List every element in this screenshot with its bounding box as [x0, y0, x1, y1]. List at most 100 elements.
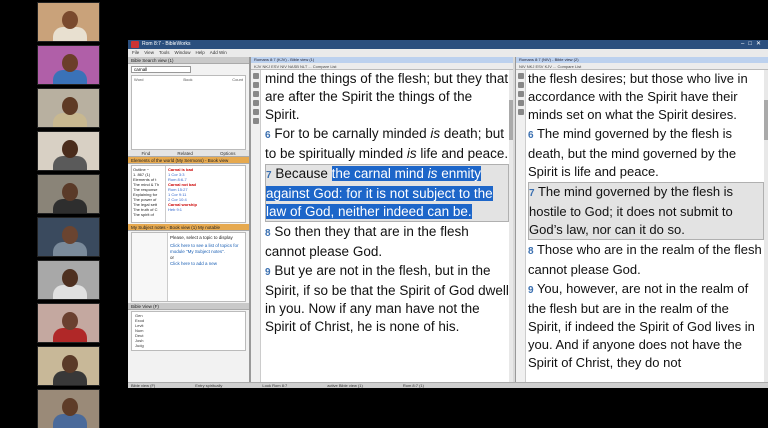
- verse-text-span: Those who are in the realm of the flesh …: [528, 242, 762, 277]
- verse-text-span: mind the things of the flesh; but they t…: [265, 71, 509, 122]
- menu-item[interactable]: Tools: [159, 50, 170, 55]
- participant-body: [53, 156, 87, 170]
- highlight-icon[interactable]: [518, 109, 524, 115]
- menu-item[interactable]: Add Win: [210, 50, 227, 55]
- outline-item[interactable]: The spirit of: [133, 212, 164, 217]
- search-input[interactable]: carnall: [131, 66, 191, 73]
- zoom-in-icon[interactable]: [253, 73, 259, 79]
- title-bar: Rom 8:7 - BibleWorks –□✕: [128, 40, 768, 49]
- verse-9: 9 You, however, are not in the realm of …: [528, 280, 764, 372]
- print-icon[interactable]: [518, 100, 524, 106]
- verse-reference-link[interactable]: Heb 9:1: [168, 207, 243, 212]
- participant-head: [62, 398, 78, 416]
- participant-video-tile[interactable]: [37, 131, 100, 171]
- status-segment: active Bible view (1): [327, 383, 363, 388]
- tab-related[interactable]: Related: [177, 150, 193, 156]
- scroll-thumb[interactable]: [764, 100, 768, 140]
- search-results: Word Book Count: [131, 75, 246, 150]
- scroll-thumb[interactable]: [509, 100, 513, 140]
- tab-find[interactable]: Find: [142, 150, 151, 156]
- participant-video-tile[interactable]: [37, 217, 100, 257]
- verse-number[interactable]: 9: [528, 285, 534, 296]
- participant-head: [62, 312, 78, 330]
- participant-body: [53, 27, 87, 41]
- verse-number[interactable]: 8: [265, 228, 271, 239]
- outline-refs: Carnal is bad 1 Cor 3:3 Rom 8:6-7 Carnal no…: [166, 166, 245, 222]
- verse-text-span: Because: [275, 166, 332, 181]
- notes-content: Please, select a topic to display Click …: [168, 233, 245, 301]
- participant-video-tile[interactable]: [37, 303, 100, 343]
- participant-video-tile[interactable]: [37, 389, 100, 428]
- bibleworks-window: Rom 8:7 - BibleWorks –□✕ File View Tools Wi…: [128, 40, 768, 388]
- participant-head: [62, 269, 78, 287]
- copy-icon[interactable]: [518, 91, 524, 97]
- vertical-scrollbar[interactable]: [509, 70, 513, 382]
- zoom-out-icon[interactable]: [253, 82, 259, 88]
- menu-item[interactable]: View: [144, 50, 154, 55]
- verse-number[interactable]: 8: [528, 246, 534, 257]
- participant-head: [62, 183, 78, 201]
- verse-number[interactable]: 9: [265, 267, 271, 278]
- bibles-panel-title: Bible View (F): [128, 303, 249, 310]
- selected-italic: is: [427, 166, 438, 181]
- participant-video-tile[interactable]: [37, 2, 100, 42]
- highlight-icon[interactable]: [253, 109, 259, 115]
- participant-head: [62, 355, 78, 373]
- participant-body: [53, 328, 87, 342]
- notes-add-link[interactable]: Click here to add a new: [170, 261, 243, 267]
- pane-toolbar[interactable]: KJV NKJ ESV NIV NASB NLT ... Compare Lis…: [251, 63, 513, 70]
- participant-body: [53, 414, 87, 428]
- participant-body: [53, 113, 87, 127]
- participant-head: [62, 11, 78, 29]
- participant-head: [62, 140, 78, 158]
- verse-8: 8 Those who are in the realm of the fles…: [528, 241, 764, 279]
- outline-panel-title: Elements of the world (My Sermons) - Boo…: [128, 157, 249, 164]
- verse-7: 7 Because the carnal mind is enmity agai…: [265, 164, 509, 222]
- notes-prompt: Please, select a topic to display: [170, 235, 233, 240]
- menu-item[interactable]: File: [132, 50, 139, 55]
- print-icon[interactable]: [253, 100, 259, 106]
- menu-item[interactable]: Window: [174, 50, 190, 55]
- notes-panel-title: My Subject notes - Book view (1) My nota…: [128, 224, 249, 231]
- verse-text-span: life and peace.: [416, 146, 509, 161]
- participant-body: [53, 285, 87, 299]
- verse-number[interactable]: 7: [266, 170, 272, 181]
- zoom-in-icon[interactable]: [518, 73, 524, 79]
- verse-text: mind the things of the flesh; but they t…: [265, 70, 509, 337]
- outline-panel: Outline ~1. 867 (1) Elements of t The mind…: [131, 165, 246, 223]
- window-controls[interactable]: –□✕: [741, 40, 765, 49]
- verse-italic: is: [406, 146, 417, 161]
- verse-number[interactable]: 6: [528, 130, 534, 141]
- window-title: Rom 8:7 - BibleWorks: [142, 41, 191, 47]
- search-tabs: Find Related Options: [128, 150, 249, 157]
- participant-video-tile[interactable]: [37, 174, 100, 214]
- tab-options[interactable]: Options: [220, 150, 236, 156]
- status-segment: Bible view (F): [131, 383, 156, 388]
- participant-video-tile[interactable]: [37, 88, 100, 128]
- verse-text: the flesh desires; but those who live in…: [528, 70, 764, 373]
- copy-icon[interactable]: [253, 91, 259, 97]
- verse-text-span: You, however, are not in the realm of th…: [528, 281, 755, 370]
- participant-video-tile[interactable]: [37, 260, 100, 300]
- vertical-scrollbar[interactable]: [764, 70, 768, 382]
- search-columns: Word Book Count: [132, 76, 245, 83]
- verse-number[interactable]: 6: [265, 130, 271, 141]
- status-segment: Entry spiritually: [195, 383, 223, 388]
- status-segment: Rom 8:7 (1): [402, 383, 424, 388]
- verse-text-span: For to be carnally minded: [274, 126, 431, 141]
- participant-video-tile[interactable]: [37, 346, 100, 386]
- menu-item[interactable]: Help: [195, 50, 204, 55]
- bible-book-item[interactable]: Judg: [135, 343, 242, 348]
- pane-tool-column: [251, 70, 261, 382]
- notes-topics-link[interactable]: Click here to see a list of topics for m…: [170, 243, 243, 255]
- verse-number[interactable]: 7: [529, 188, 535, 199]
- zoom-out-icon[interactable]: [518, 82, 524, 88]
- verse-6: 6 The mind governed by the flesh is deat…: [528, 125, 764, 181]
- bible-pane-kjv: Romans 8:7 (KJV) - Bible view (1) KJV NK…: [250, 57, 513, 382]
- menu-bar: File View Tools Window Help Add Win: [128, 49, 768, 57]
- link-icon[interactable]: [253, 118, 259, 124]
- verse-text-span: So then they that are in the flesh canno…: [265, 224, 469, 259]
- participant-video-tile[interactable]: [37, 45, 100, 85]
- pane-toolbar[interactable]: NIV NKJ ESV KJV ... Compare List: [516, 63, 768, 70]
- verse-8: 8 So then they that are in the flesh can…: [265, 223, 509, 261]
